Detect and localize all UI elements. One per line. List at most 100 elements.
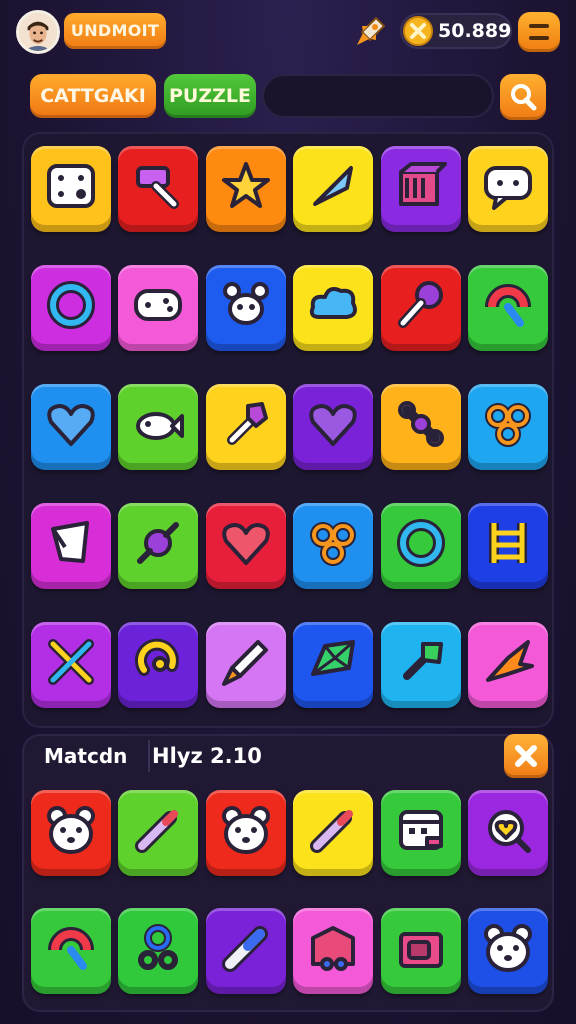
hint-label: Hlyz 2.10 xyxy=(152,744,262,768)
tools-icon xyxy=(48,639,94,685)
paw-icon xyxy=(222,282,269,325)
game-tile[interactable] xyxy=(293,146,374,232)
gem-icon xyxy=(311,640,356,676)
game-tile[interactable] xyxy=(118,265,199,351)
camera-icon xyxy=(398,932,443,968)
search-button[interactable] xyxy=(500,74,546,120)
pencil-icon xyxy=(310,810,354,853)
bear-icon xyxy=(221,806,270,854)
game-tile[interactable] xyxy=(293,503,374,589)
game-tile[interactable] xyxy=(205,790,286,876)
coin-counter[interactable]: 50.889 xyxy=(400,13,512,49)
flag-icon xyxy=(51,521,89,563)
star-icon xyxy=(221,162,270,208)
game-tile[interactable] xyxy=(293,265,374,351)
game-tile[interactable] xyxy=(31,790,111,876)
magnet-icon xyxy=(485,284,531,327)
game-tile[interactable] xyxy=(205,622,286,708)
fish-icon xyxy=(136,412,185,440)
bone-icon xyxy=(397,401,444,447)
lollipop-icon xyxy=(397,281,443,328)
game-tile[interactable] xyxy=(205,265,286,351)
rocket-icon xyxy=(221,640,268,686)
heart-icon xyxy=(309,404,357,446)
game-tile[interactable] xyxy=(380,384,461,470)
game-tile[interactable] xyxy=(205,503,286,589)
pretzel-icon xyxy=(485,403,531,447)
game-tile[interactable] xyxy=(118,146,199,232)
box-icon xyxy=(311,926,356,971)
chat-icon xyxy=(484,166,532,210)
player-name[interactable]: UNDMOIT xyxy=(64,13,166,49)
game-tile[interactable] xyxy=(205,384,286,470)
rocket-icon[interactable] xyxy=(354,14,388,48)
game-tile[interactable] xyxy=(380,790,461,876)
battery-icon xyxy=(221,926,268,972)
game-tile[interactable] xyxy=(293,622,374,708)
game-tile[interactable] xyxy=(31,384,111,470)
game-tile[interactable] xyxy=(293,790,374,876)
swirl-icon xyxy=(135,638,180,676)
top-bar: UNDMOIT 50.889 xyxy=(0,0,576,62)
game-tile[interactable] xyxy=(31,503,111,589)
game-tile[interactable] xyxy=(118,622,199,708)
coin-value: 50.889 xyxy=(438,20,512,42)
bear-icon xyxy=(47,806,95,854)
ladder-icon xyxy=(489,523,527,563)
ring-icon xyxy=(396,519,445,567)
calendar-icon xyxy=(398,810,443,850)
menu-icon xyxy=(529,36,549,40)
arrow-icon xyxy=(313,166,354,206)
cloud-icon xyxy=(310,287,358,319)
heart-icon xyxy=(222,523,270,565)
game-tile[interactable] xyxy=(380,146,461,232)
dice-icon xyxy=(47,164,95,208)
coin-icon xyxy=(403,16,433,46)
pretzel-icon xyxy=(310,522,357,566)
heart-icon xyxy=(47,404,95,446)
close-icon xyxy=(515,745,537,767)
game-tile[interactable] xyxy=(380,908,461,994)
scissors-icon xyxy=(138,924,179,970)
game-tile[interactable] xyxy=(293,384,374,470)
magnet-icon xyxy=(48,927,94,970)
game-tile[interactable] xyxy=(31,908,111,994)
game-tile[interactable] xyxy=(31,622,111,708)
leaf-icon xyxy=(402,642,443,680)
game-tile[interactable] xyxy=(380,622,461,708)
game-tile[interactable] xyxy=(468,265,548,351)
game-tile[interactable] xyxy=(468,790,548,876)
game-tile[interactable] xyxy=(118,908,199,994)
game-tile[interactable] xyxy=(118,384,199,470)
game-tile[interactable] xyxy=(31,265,111,351)
game-tile[interactable] xyxy=(468,908,548,994)
game-tile[interactable] xyxy=(118,790,199,876)
menu-button[interactable] xyxy=(518,12,560,52)
game-tile[interactable] xyxy=(468,384,548,470)
tab-category[interactable]: CATTGAKI xyxy=(30,74,156,118)
bird-icon xyxy=(486,640,534,682)
candy-icon xyxy=(137,522,180,564)
game-tile[interactable] xyxy=(31,146,111,232)
game-tile[interactable] xyxy=(380,503,461,589)
game-tile[interactable] xyxy=(380,265,461,351)
game-tile[interactable] xyxy=(205,908,286,994)
search-input[interactable] xyxy=(262,74,494,118)
heart-search-icon xyxy=(488,810,531,853)
match-label: Matcdn xyxy=(44,744,128,768)
menu-icon xyxy=(529,24,549,28)
game-tile[interactable] xyxy=(205,146,286,232)
tab-puzzle[interactable]: PUZZLE xyxy=(164,74,256,118)
search-icon xyxy=(511,84,537,111)
game-tile[interactable] xyxy=(468,503,548,589)
game-screen: UNDMOIT 50.889 CATTGAKI PUZZLE Matcdn Hl… xyxy=(0,0,576,1024)
pencil-icon xyxy=(135,810,179,853)
game-tile[interactable] xyxy=(293,908,374,994)
hammer-icon xyxy=(136,166,180,209)
gamepad-icon xyxy=(134,289,183,321)
game-tile[interactable] xyxy=(118,503,199,589)
game-tile[interactable] xyxy=(468,146,548,232)
game-tile[interactable] xyxy=(468,622,548,708)
player-avatar[interactable] xyxy=(16,10,60,54)
close-button[interactable] xyxy=(504,734,548,778)
